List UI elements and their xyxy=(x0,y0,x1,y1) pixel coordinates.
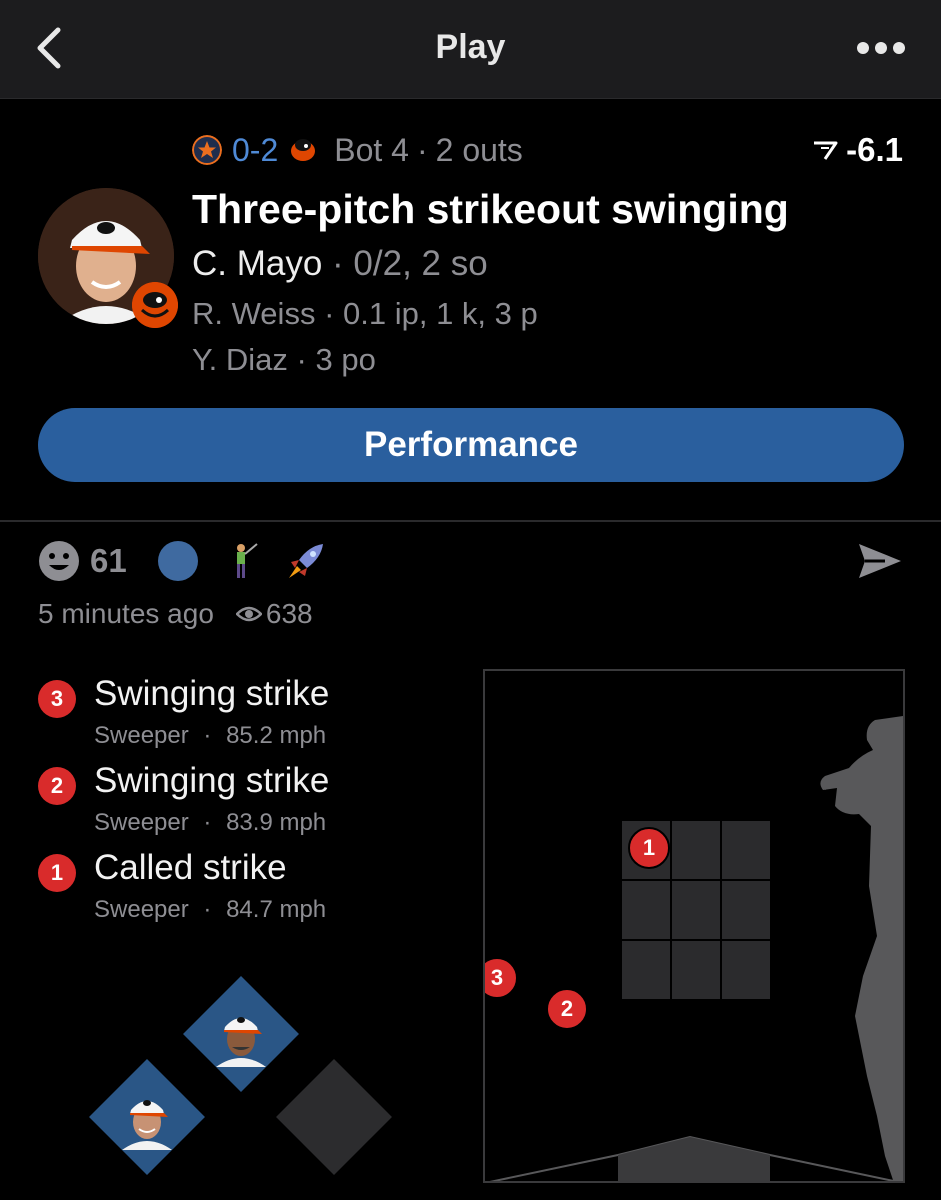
player-photo-icon xyxy=(216,1017,266,1067)
pitch-result: Swinging strike xyxy=(94,674,330,713)
win-probability-delta: -6.1 xyxy=(846,131,903,168)
zone-cell xyxy=(722,821,770,879)
fielder-diamond[interactable] xyxy=(89,1059,205,1175)
game-score: 0-2 xyxy=(232,131,279,168)
pitch-detail: Sweeper · 85.2 mph xyxy=(94,722,326,750)
pitcher-name: R. Weiss xyxy=(192,296,316,331)
pitch-dot: · xyxy=(203,722,212,749)
pitch-number-badge: 2 xyxy=(38,767,76,805)
fielder-photo xyxy=(114,1084,180,1150)
pitch-location-marker[interactable]: 2 xyxy=(546,988,588,1030)
astros-logo-icon xyxy=(192,135,222,165)
batter-stat: · 0/2, 2 so xyxy=(332,244,488,283)
outs: 2 outs xyxy=(435,131,523,168)
zone-cell xyxy=(672,881,720,939)
blue-circle-icon[interactable] xyxy=(157,540,199,582)
pitch-speed: 85.2 mph xyxy=(226,722,327,749)
fielder-line[interactable]: Y. Diaz · 3 po xyxy=(192,342,376,378)
eye-icon xyxy=(235,606,262,622)
reactions-bar: 61 xyxy=(38,540,327,582)
pitch-dot: · xyxy=(203,896,212,923)
performance-button[interactable]: Performance xyxy=(38,408,904,482)
empty-base-diamond xyxy=(276,1059,392,1175)
pitcher-stat: · 0.1 ip, 1 k, 3 p xyxy=(324,296,538,331)
batter-name: C. Mayo xyxy=(192,244,323,283)
zone-cell xyxy=(722,941,770,999)
pitch-speed: 84.7 mph xyxy=(226,896,327,923)
batter-line[interactable]: C. Mayo · 0/2, 2 so xyxy=(192,244,488,284)
pitch-result: Called strike xyxy=(94,848,287,887)
pitch-location-marker[interactable]: 3 xyxy=(485,957,518,999)
pitch-type: Sweeper xyxy=(94,809,189,836)
pitch-dot: · xyxy=(203,809,212,836)
reaction-count: 61 xyxy=(90,542,127,579)
pitch-number-badge: 1 xyxy=(38,854,76,892)
zone-cell xyxy=(722,881,770,939)
home-plate-icon xyxy=(489,1135,899,1181)
views-value: 638 xyxy=(265,598,313,629)
strike-zone-view: 1 2 3 xyxy=(483,669,905,1183)
fielder-stat: · 3 po xyxy=(296,342,376,377)
pitch-speed: 83.9 mph xyxy=(226,809,327,836)
pitcher-line[interactable]: R. Weiss · 0.1 ip, 1 k, 3 p xyxy=(192,296,538,332)
pitch-number-badge: 3 xyxy=(38,680,76,718)
pitch-type: Sweeper xyxy=(94,722,189,749)
zone-cell xyxy=(672,941,720,999)
pitch-location-marker[interactable]: 1 xyxy=(628,827,670,869)
fielder-photo xyxy=(208,1001,274,1067)
orioles-logo-icon xyxy=(291,139,316,161)
play-headline: Three-pitch strikeout swinging xyxy=(192,186,789,232)
zone-cell xyxy=(672,821,720,879)
page-title: Play xyxy=(435,28,506,66)
pitch-detail: Sweeper · 83.9 mph xyxy=(94,809,326,837)
separator: · xyxy=(416,131,428,168)
pitch-result: Swinging strike xyxy=(94,761,330,800)
game-status-line: 0-2 Bot 4 · 2 outs xyxy=(192,128,523,172)
fielder-name: Y. Diaz xyxy=(192,342,288,377)
golfer-icon[interactable] xyxy=(221,540,263,582)
view-count: 638 xyxy=(235,598,313,630)
batter-silhouette-icon xyxy=(820,716,903,1181)
win-probability: -6.1 xyxy=(812,128,903,172)
pitch-type: Sweeper xyxy=(94,896,189,923)
win-probability-icon xyxy=(814,141,838,160)
player-photo-icon xyxy=(122,1100,172,1150)
zone-cell xyxy=(622,941,670,999)
nav-bar: Play xyxy=(0,0,941,99)
zone-cell xyxy=(622,881,670,939)
inning: Bot 4 xyxy=(334,131,409,168)
rocket-icon[interactable] xyxy=(285,540,327,582)
section-divider xyxy=(0,520,941,522)
post-meta: 5 minutes ago 638 xyxy=(38,598,313,630)
share-send-icon[interactable] xyxy=(857,542,903,580)
more-options-icon[interactable] xyxy=(855,38,907,58)
fielder-diamond[interactable] xyxy=(183,976,299,1092)
smile-icon[interactable] xyxy=(38,540,80,582)
orioles-team-badge-icon xyxy=(132,282,178,328)
time-ago: 5 minutes ago xyxy=(38,598,214,629)
pitch-detail: Sweeper · 84.7 mph xyxy=(94,896,326,924)
